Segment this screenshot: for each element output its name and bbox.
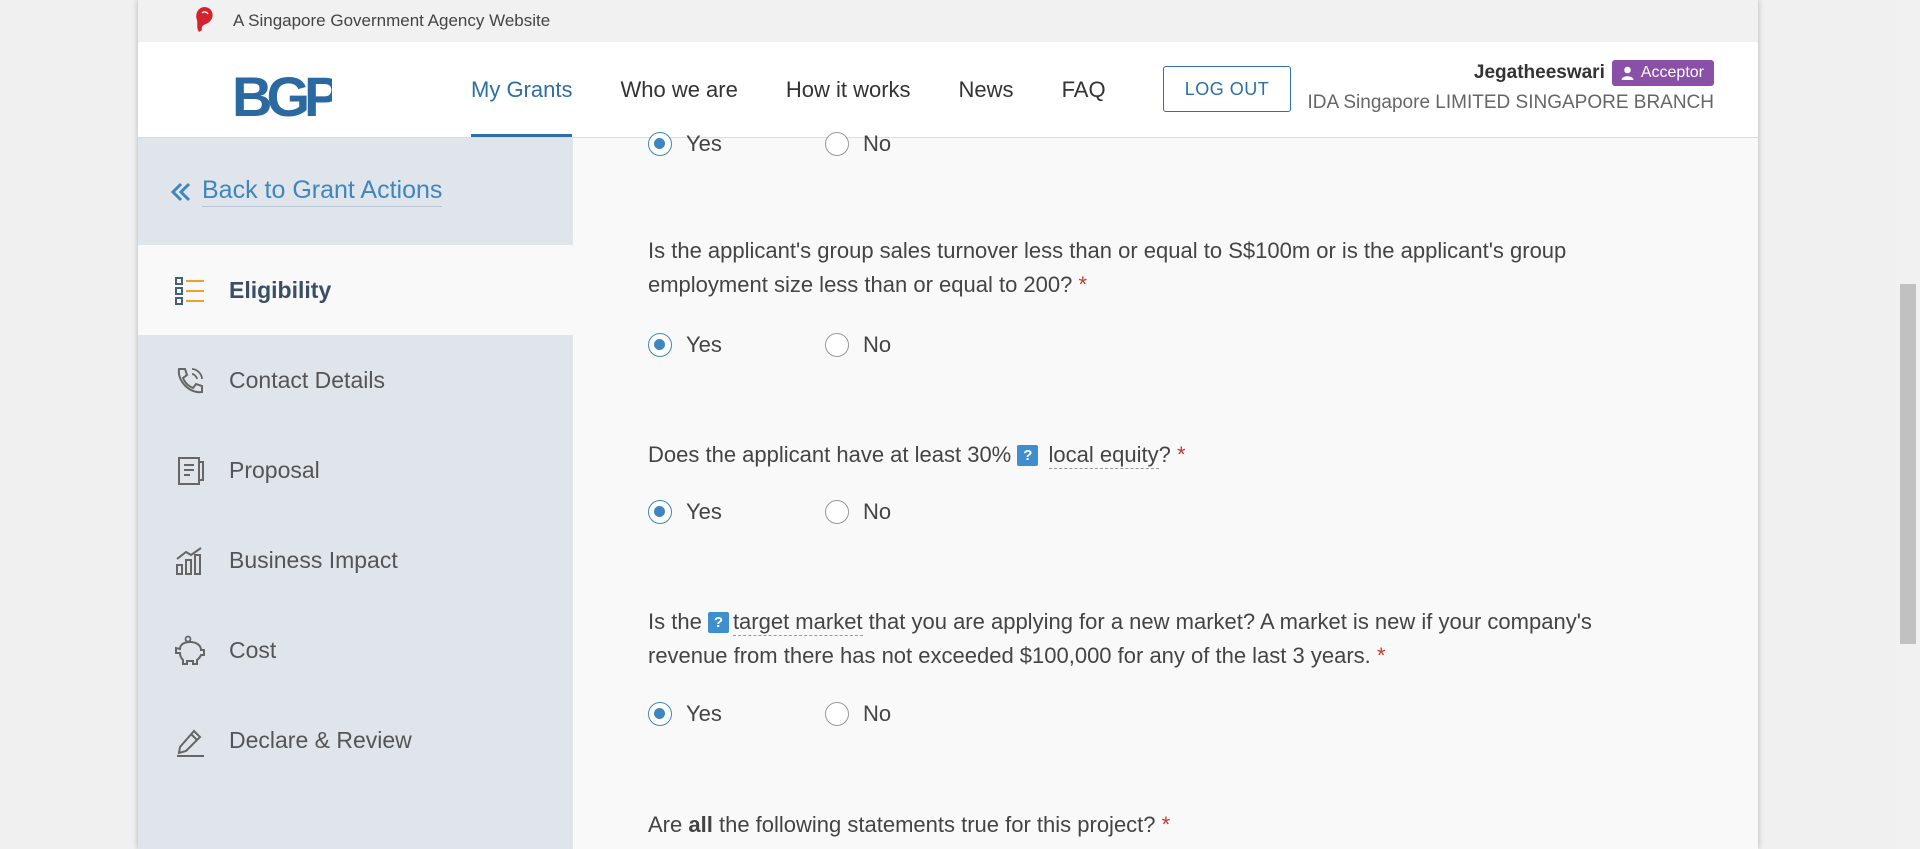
sidebar-item-label: Cost (229, 636, 277, 663)
organization-name: IDA Singapore LIMITED SINGAPORE BRANCH (1307, 92, 1714, 113)
back-link-label: Back to Grant Actions (202, 176, 443, 207)
sidebar-item-label: Business Impact (229, 546, 398, 573)
previous-question-radios: Yes No (648, 131, 1002, 157)
sidebar-item-label: Declare & Review (229, 726, 412, 753)
local-equity-radios: Yes No (648, 499, 1002, 525)
radio-no[interactable]: No (825, 131, 1002, 157)
page-frame: A Singapore Government Agency Website BG… (138, 0, 1758, 849)
list-icon (175, 277, 204, 305)
required-mark: * (1376, 643, 1386, 668)
radio-circle (648, 333, 672, 357)
sidebar-item-business-impact[interactable]: Business Impact (138, 515, 573, 605)
group-size-radios: Yes No (648, 332, 1002, 358)
scrollbar-thumb[interactable] (1900, 284, 1916, 644)
piggy-bank-icon (175, 635, 205, 665)
radio-circle (825, 500, 849, 524)
site-header: BGP My Grants Who we are How it works Ne… (138, 42, 1758, 138)
sidebar-item-eligibility[interactable]: Eligibility (138, 245, 573, 335)
radio-label: Yes (686, 499, 722, 524)
radio-yes[interactable]: Yes (648, 499, 825, 525)
nav-who-we-are[interactable]: Who we are (620, 42, 737, 137)
nav-faq[interactable]: FAQ (1062, 42, 1106, 137)
question-text: Does the applicant have at least 30% (648, 442, 1012, 467)
radio-label: Yes (686, 131, 722, 156)
question-text: Are (648, 812, 683, 837)
page-scrollbar[interactable] (1896, 0, 1920, 849)
question-local-equity: Does the applicant have at least 30% ? l… (648, 438, 1658, 472)
question-text: Is the (648, 609, 702, 634)
radio-label: No (863, 499, 892, 524)
radio-yes[interactable]: Yes (648, 332, 825, 358)
question-emphasis: all (688, 812, 713, 837)
target-market-term[interactable]: target market (732, 609, 863, 636)
back-to-grant-actions-link[interactable]: Back to Grant Actions (170, 176, 443, 207)
required-mark: * (1078, 272, 1088, 297)
pen-icon (177, 729, 204, 757)
user-info: Jegatheeswari Acceptor IDA Singapore LIM… (1307, 60, 1714, 114)
required-mark: * (1176, 442, 1186, 467)
question-text-end: ? (1158, 442, 1171, 467)
merlion-icon (196, 7, 213, 32)
question-all-statements: Are all the following statements true fo… (648, 808, 1658, 842)
sidebar-item-contact-details[interactable]: Contact Details (138, 335, 573, 425)
radio-label: Yes (686, 332, 722, 357)
radio-circle (648, 500, 672, 524)
question-text-end: the following statements true for this p… (718, 812, 1156, 837)
question-text: Is the applicant's group sales turnover … (648, 238, 1567, 297)
sidebar-item-label: Eligibility (229, 276, 332, 303)
sidebar-item-declare-review[interactable]: Declare & Review (138, 695, 573, 785)
radio-no[interactable]: No (825, 701, 1002, 727)
radio-circle (825, 132, 849, 156)
radio-circle (825, 702, 849, 726)
radio-circle (825, 333, 849, 357)
radio-label: No (863, 332, 892, 357)
help-icon[interactable]: ? (707, 612, 729, 633)
target-market-radios: Yes No (648, 701, 1002, 727)
logout-button[interactable]: LOG OUT (1163, 66, 1291, 112)
document-icon (178, 457, 204, 485)
local-equity-term[interactable]: local equity (1048, 442, 1159, 469)
radio-label: No (863, 131, 892, 156)
phone-icon (177, 368, 203, 394)
user-icon (1621, 66, 1634, 80)
sidebar-item-proposal[interactable]: Proposal (138, 425, 573, 515)
help-icon[interactable]: ? (1017, 445, 1039, 466)
bgp-logo[interactable]: BGP (232, 69, 332, 121)
bar-chart-icon (176, 547, 202, 575)
masthead-text: A Singapore Government Agency Website (233, 11, 551, 30)
sidebar-item-cost[interactable]: Cost (138, 605, 573, 695)
nav-how-it-works[interactable]: How it works (786, 42, 911, 137)
nav-news[interactable]: News (959, 42, 1014, 137)
radio-circle (648, 702, 672, 726)
nav-my-grants[interactable]: My Grants (471, 42, 573, 137)
double-chevron-left-icon (170, 182, 191, 201)
eligibility-form: Yes No Is the applicant's group sales tu… (573, 131, 1758, 849)
radio-label: Yes (686, 701, 722, 726)
required-mark: * (1161, 812, 1171, 837)
radio-yes[interactable]: Yes (648, 131, 825, 157)
role-label: Acceptor (1640, 64, 1704, 81)
radio-yes[interactable]: Yes (648, 701, 825, 727)
sidebar-item-label: Proposal (229, 456, 320, 483)
sidebar-item-label: Contact Details (229, 366, 385, 393)
main-nav: My Grants Who we are How it works News F… (471, 42, 1154, 137)
radio-no[interactable]: No (825, 332, 1002, 358)
role-badge: Acceptor (1611, 60, 1714, 86)
question-group-size: Is the applicant's group sales turnover … (648, 234, 1658, 302)
logo-text: BGP (232, 69, 332, 121)
question-target-market: Is the ? target market that you are apply… (648, 605, 1658, 673)
section-sidebar: Back to Grant Actions Eligibility Contac… (138, 138, 573, 849)
radio-no[interactable]: No (825, 499, 1002, 525)
radio-circle (648, 132, 672, 156)
gov-masthead: A Singapore Government Agency Website (138, 0, 1758, 43)
radio-label: No (863, 701, 892, 726)
user-name: Jegatheeswari (1473, 62, 1605, 83)
